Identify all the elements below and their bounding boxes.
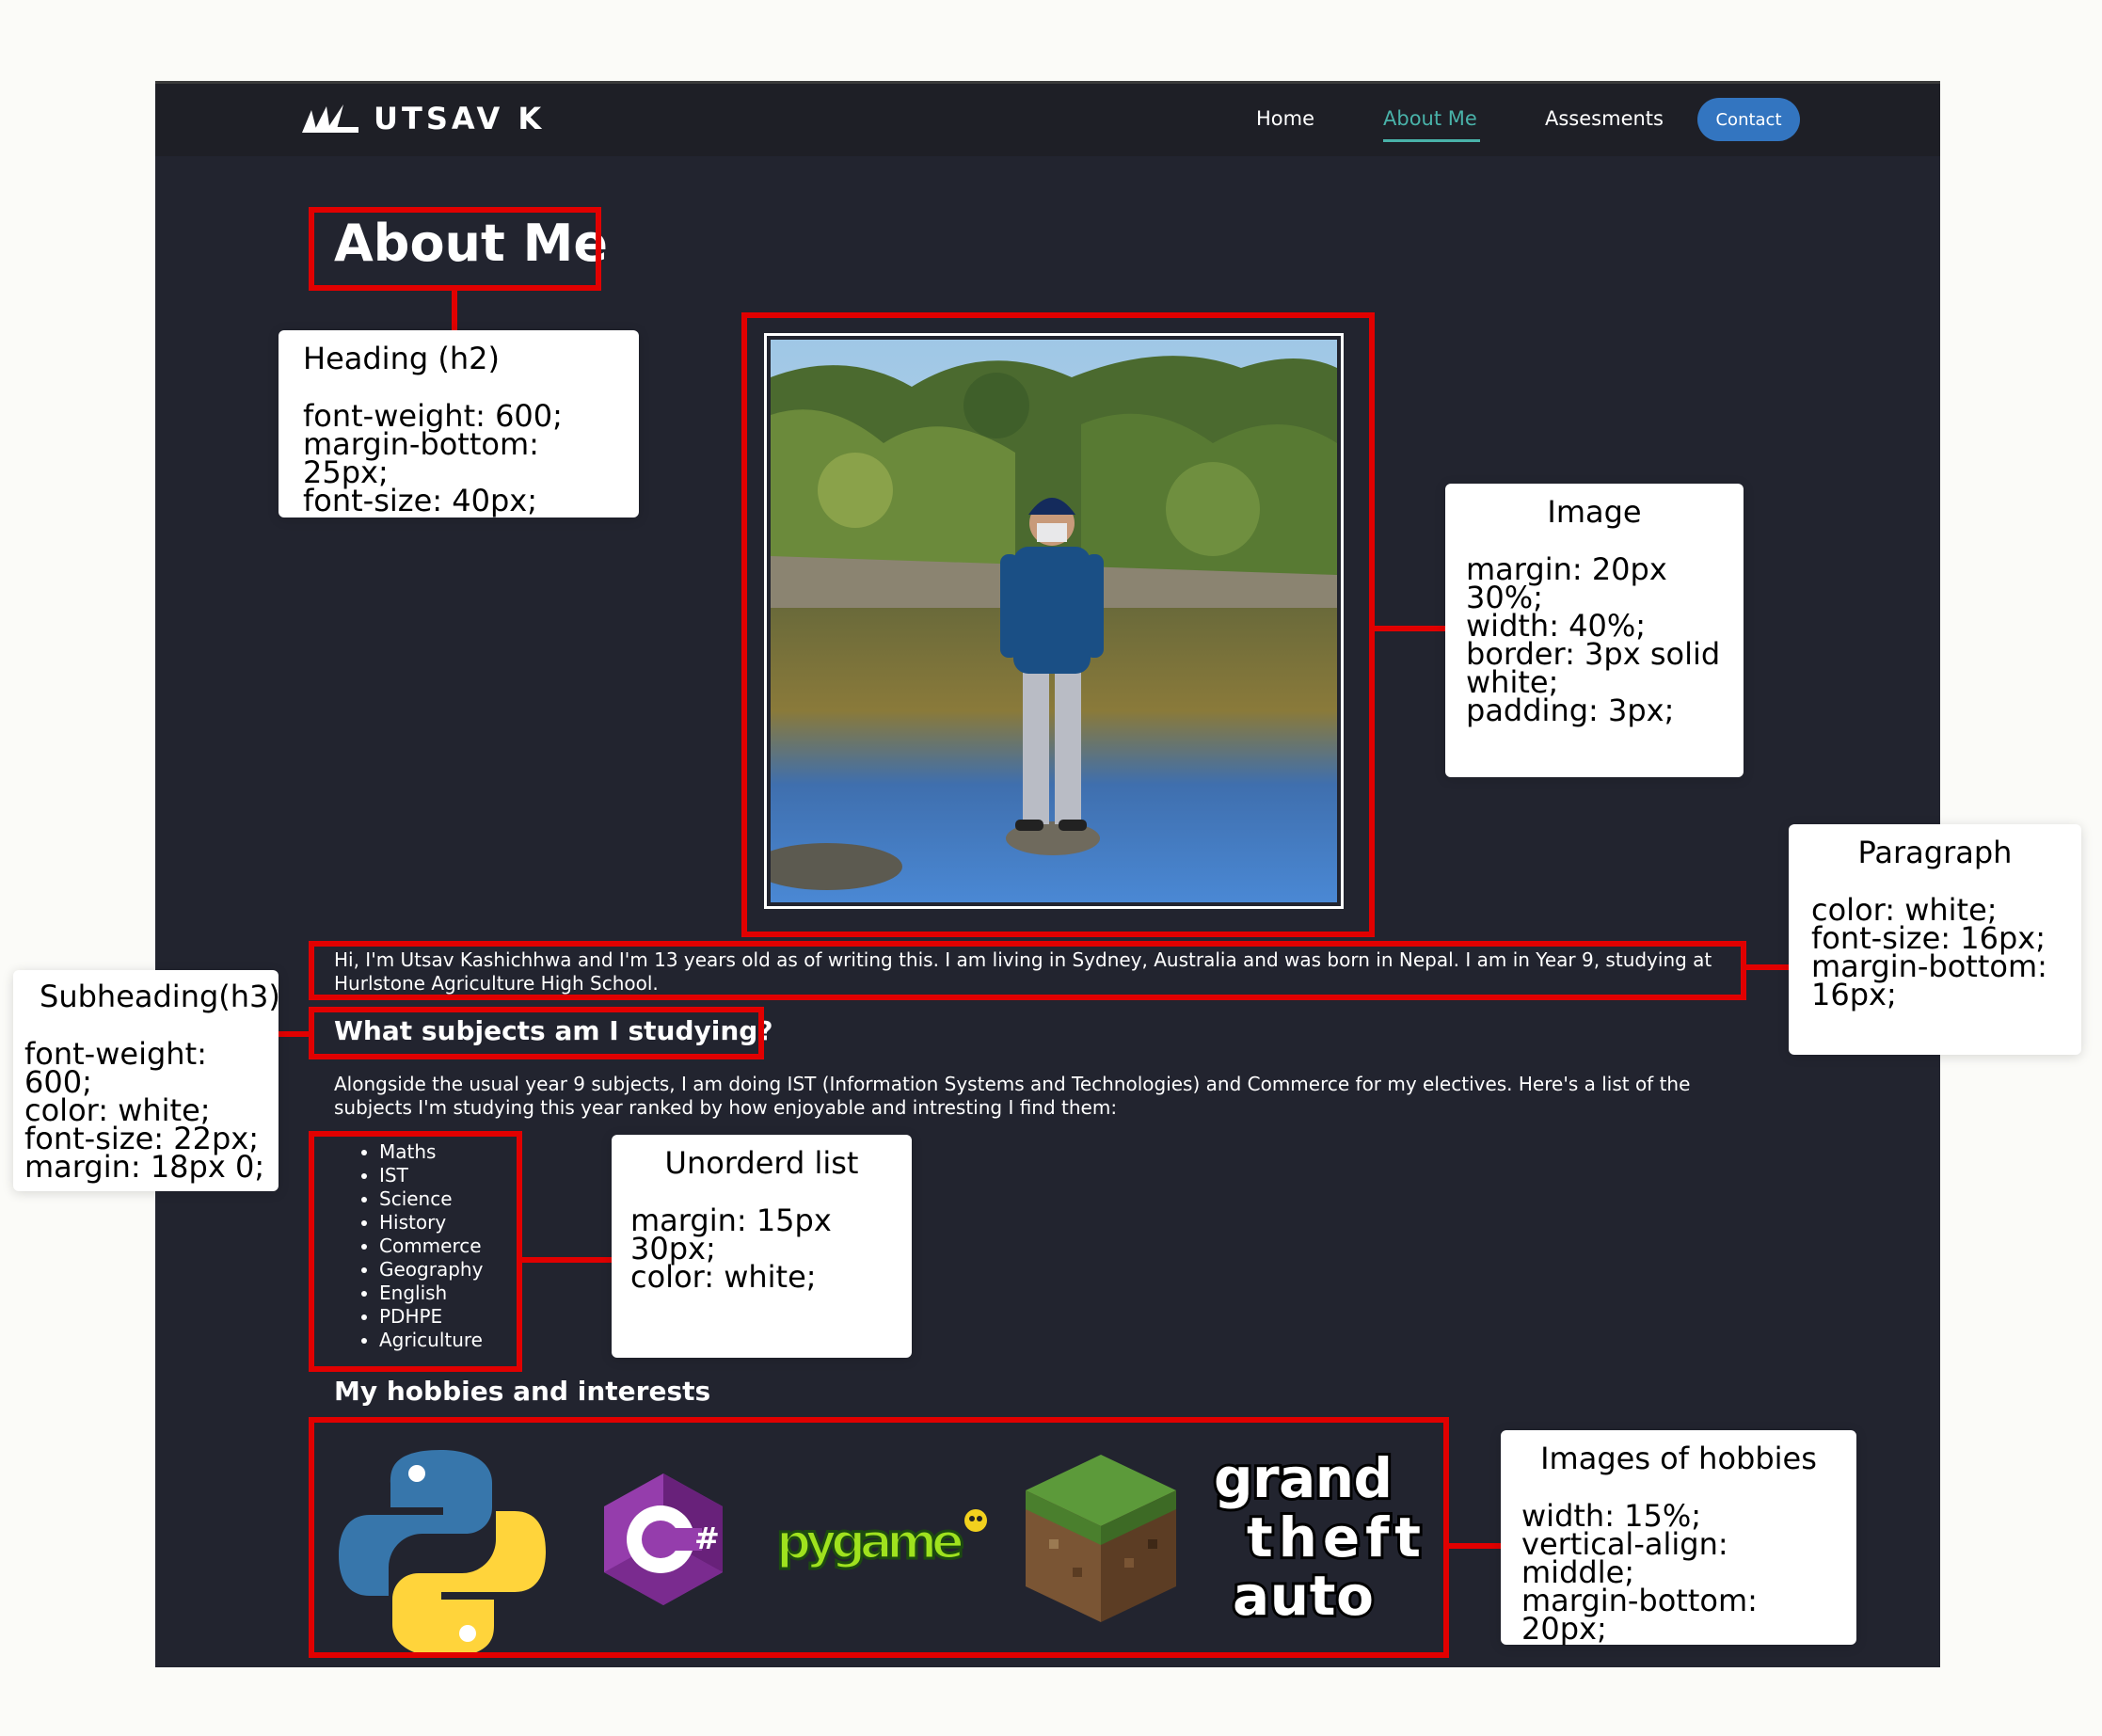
gta-line-1: grand [1214,1446,1393,1510]
annotation-note-heading: Heading (h2) font-weight: 600; margin-bo… [279,330,639,518]
annotation-connector-list [522,1257,612,1263]
minecraft-grass-block-icon [1021,1455,1181,1628]
annotation-title: Subheading(h3) [40,979,280,1014]
intro-paragraph: Hi, I'm Utsav Kashichhwa and I'm 13 year… [334,948,1712,995]
annotation-note-image: Image margin: 20px 30%; width: 40%; bord… [1445,484,1744,777]
active-link-underline [1383,139,1480,142]
list-item: Geography [379,1258,483,1282]
gta-line-2: theft [1247,1505,1421,1569]
annotation-connector-subheading [279,1031,309,1037]
annotation-connector-hobby-images [1449,1543,1501,1549]
nav-link-about-me[interactable]: About Me [1383,107,1477,130]
annotation-body: font-weight: 600; color: white; font-siz… [24,1036,265,1185]
hobbies-heading: My hobbies and interests [334,1376,711,1407]
nav-link-assesments[interactable]: Assesments [1545,107,1664,130]
list-item: History [379,1211,483,1234]
annotation-body: width: 15%; vertical-align: middle; marg… [1521,1498,1758,1647]
annotation-title: Images of hobbies [1540,1441,1817,1476]
annotation-body: margin: 15px 30px; color: white; [630,1202,832,1295]
annotation-title: Unorderd list [664,1145,859,1181]
csharp-logo-icon: # [602,1473,725,1609]
subjects-intro-paragraph: Alongside the usual year 9 subjects, I a… [334,1073,1691,1119]
list-item: Commerce [379,1234,483,1258]
annotation-note-subheading: Subheading(h3) font-weight: 600; color: … [13,970,280,1191]
brand-name: UTSAV K [374,101,546,136]
page-title: About Me [334,214,608,273]
annotation-connector-image [1375,626,1445,631]
list-item: Maths [379,1140,483,1164]
navbar: UTSAV K Home About Me Assesments Contact [155,81,1940,156]
pygame-logo: pygame [775,1502,993,1581]
list-item: Science [379,1187,483,1211]
annotation-body: margin: 20px 30%; width: 40%; border: 3p… [1466,551,1721,728]
subjects-heading: What subjects am I studying? [334,1015,773,1046]
gta-logo: grand theft auto [1209,1443,1425,1631]
navbar-top-border [155,81,1940,84]
svg-text:#: # [694,1521,720,1556]
annotation-connector-heading [452,291,457,330]
hobby-images: # pygame grand theft auto [334,1426,1538,1657]
profile-photo-frame [764,333,1344,909]
list-item: IST [379,1164,483,1187]
annotation-note-list: Unorderd list margin: 15px 30px; color: … [612,1135,912,1358]
pygame-wordmark: pygame [776,1514,964,1570]
annotation-body: font-weight: 600; margin-bottom: 25px; f… [303,398,563,518]
annotation-body: color: white; font-size: 16px; margin-bo… [1811,892,2047,1012]
site-logo[interactable]: UTSAV K [302,100,545,137]
gta-line-3: auto [1233,1564,1374,1624]
python-logo-icon [334,1445,550,1665]
annotation-connector-paragraph [1746,964,1789,970]
nav-link-home[interactable]: Home [1256,107,1314,130]
list-item: English [379,1282,483,1305]
list-item: PDHPE [379,1305,483,1329]
list-item: Agriculture [379,1329,483,1352]
contact-button[interactable]: Contact [1697,98,1800,141]
profile-photo [771,340,1337,902]
subjects-list: Maths IST Science History Commerce Geogr… [351,1140,483,1352]
bird-logo-icon [302,104,358,133]
annotation-title: Paragraph [1857,835,2013,870]
annotation-title: Image [1547,494,1642,530]
annotation-title: Heading (h2) [303,341,500,376]
annotation-note-hobby-images: Images of hobbies width: 15%; vertical-a… [1501,1430,1856,1645]
annotation-note-paragraph: Paragraph color: white; font-size: 16px;… [1789,824,2081,1055]
